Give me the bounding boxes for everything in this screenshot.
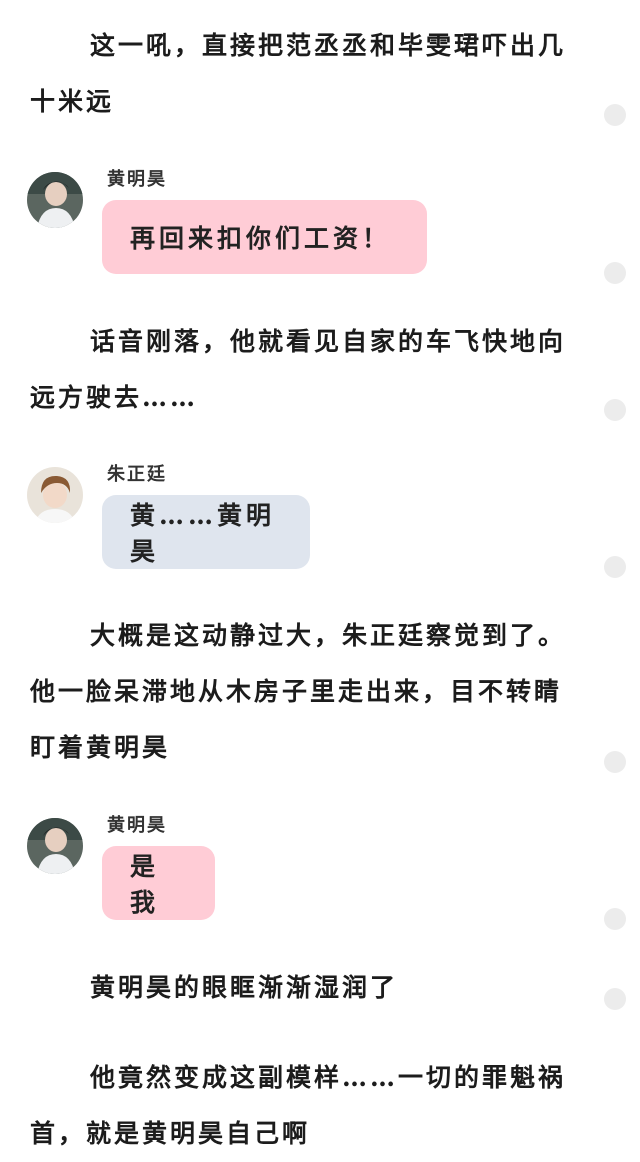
story-paragraph: 大概是这动静过大，朱正廷察觉到了。他一脸呆滞地从木房子里走出来，目不转睛盯着黄明… <box>30 621 567 762</box>
avatar[interactable] <box>27 818 83 874</box>
avatar[interactable] <box>27 467 83 523</box>
avatar-huang-icon <box>27 818 83 874</box>
story-paragraph: 黄明昊的眼眶渐渐湿润了 <box>90 973 399 1002</box>
speaker-name: 朱正廷 <box>107 464 167 485</box>
chat-bubble-text: 黄……黄明昊 <box>130 501 276 566</box>
scroll-marker-dot <box>604 262 626 284</box>
scroll-marker-dot <box>604 556 626 578</box>
scroll-marker-dot <box>604 908 626 930</box>
scroll-marker-dot <box>604 399 626 421</box>
chat-bubble[interactable]: 黄……黄明昊 <box>102 495 310 569</box>
avatar[interactable] <box>27 172 83 228</box>
scroll-marker-dot <box>604 988 626 1010</box>
speaker-name: 黄明昊 <box>107 815 167 836</box>
chat-bubble[interactable]: 是我 <box>102 846 215 920</box>
chat-bubble-text: 是我 <box>130 852 160 917</box>
story-paragraph: 话音刚落，他就看见自家的车飞快地向远方驶去…… <box>30 327 567 412</box>
speaker-name: 黄明昊 <box>107 169 167 190</box>
chat-bubble[interactable]: 再回来扣你们工资！ <box>102 200 427 274</box>
avatar-huang-icon <box>27 172 83 228</box>
story-paragraph: 他竟然变成这副模样……一切的罪魁祸首，就是黄明昊自己啊 <box>30 1063 567 1148</box>
chat-bubble-text: 再回来扣你们工资！ <box>130 224 392 253</box>
avatar-zhu-icon <box>27 467 83 523</box>
scroll-marker-dot <box>604 104 626 126</box>
scroll-marker-dot <box>604 751 626 773</box>
story-paragraph: 这一吼，直接把范丞丞和毕雯珺吓出几十米远 <box>30 31 567 116</box>
